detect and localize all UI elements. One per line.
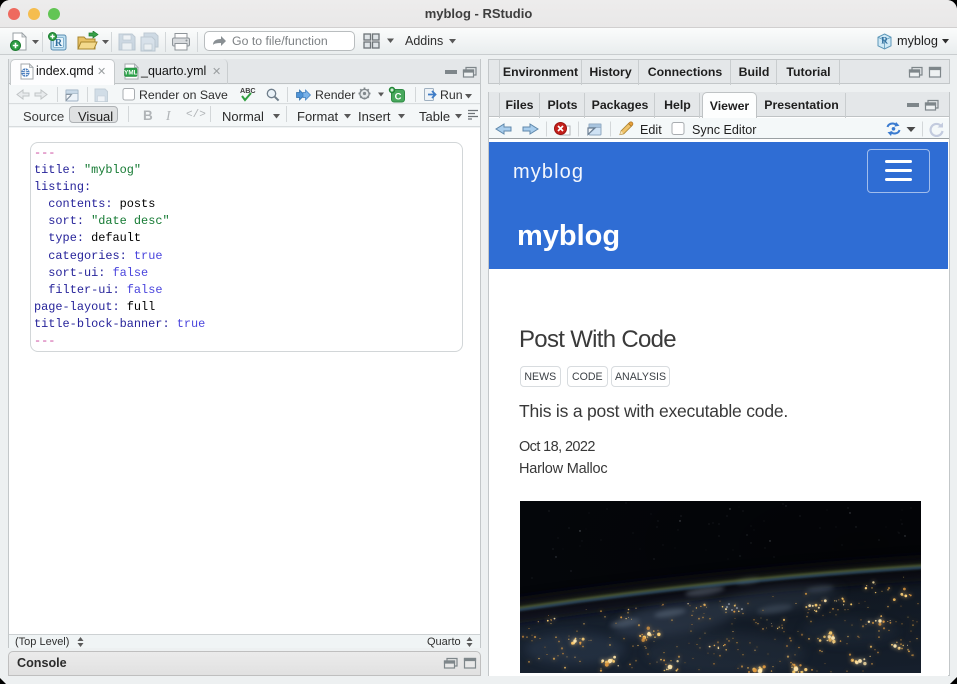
svg-text:R: R [881,37,888,47]
svg-text:C: C [395,91,402,102]
svg-text:R: R [55,38,63,49]
svg-text:ABC: ABC [240,86,256,95]
svg-text:YML: YML [124,70,137,77]
